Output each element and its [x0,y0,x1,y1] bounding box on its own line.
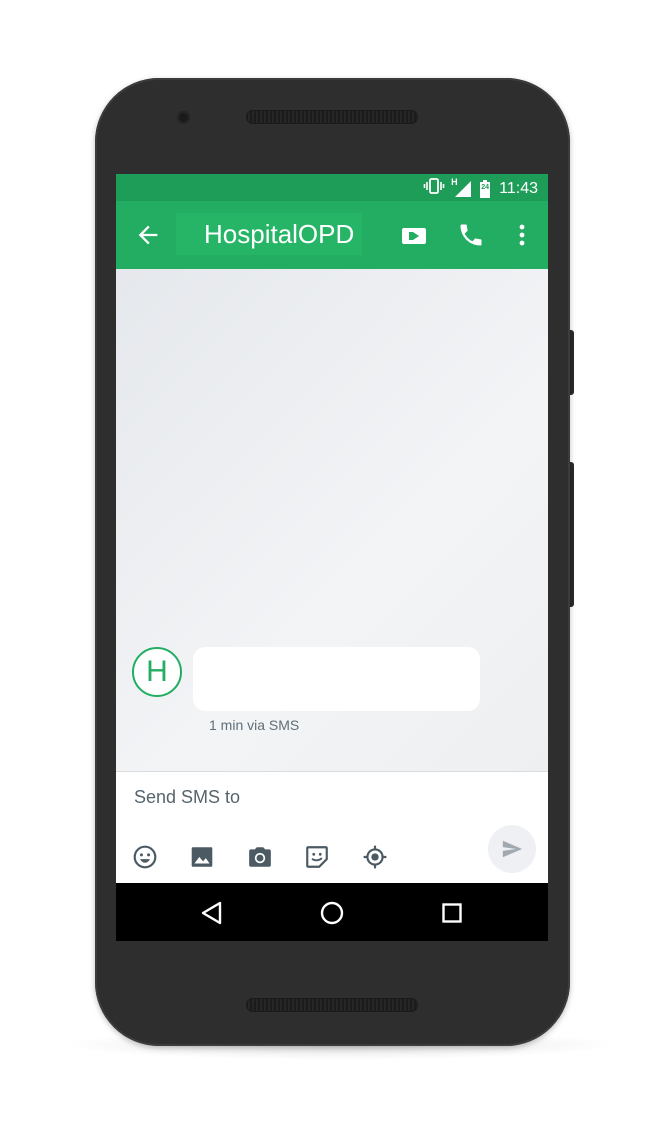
status-bar: H 24 11:43 [116,174,548,201]
composer [116,771,548,884]
front-camera [177,111,190,124]
send-button[interactable] [488,825,536,873]
home-icon[interactable] [318,899,346,927]
vibrate-icon [423,177,445,200]
signal-icon: H [451,177,473,198]
bottom-speaker [246,998,418,1012]
message-meta: 1 min via SMS [209,717,300,733]
recents-icon[interactable] [438,899,466,927]
battery-icon: 24 [479,179,491,198]
image-icon[interactable] [189,844,215,870]
more-vert-icon[interactable] [512,221,532,249]
title-container[interactable]: HospitalOPD [176,213,362,255]
navigation-bar [116,883,548,941]
conversation-area[interactable]: H 1 min via SMS [116,269,548,771]
app-bar: HospitalOPD [116,201,548,269]
sms-input[interactable] [134,784,434,810]
screen: H 24 11:43 HospitalOPD H 1 min via SMS S… [116,174,548,941]
phone-icon[interactable] [457,221,485,249]
send-icon [501,838,523,865]
conversation-title: HospitalOPD [204,219,355,249]
back-arrow-icon[interactable] [134,221,162,249]
contact-avatar[interactable]: H [132,647,182,697]
location-icon[interactable] [362,844,388,870]
emoji-icon[interactable] [132,844,158,870]
video-call-icon[interactable] [399,221,429,249]
camera-icon[interactable] [247,844,273,870]
message-bubble[interactable] [193,647,480,711]
sticker-icon[interactable] [304,844,330,870]
back-icon[interactable] [198,899,226,927]
status-time: 11:43 [499,179,538,197]
battery-level-label: 24 [481,183,490,191]
earpiece-speaker [246,110,418,124]
